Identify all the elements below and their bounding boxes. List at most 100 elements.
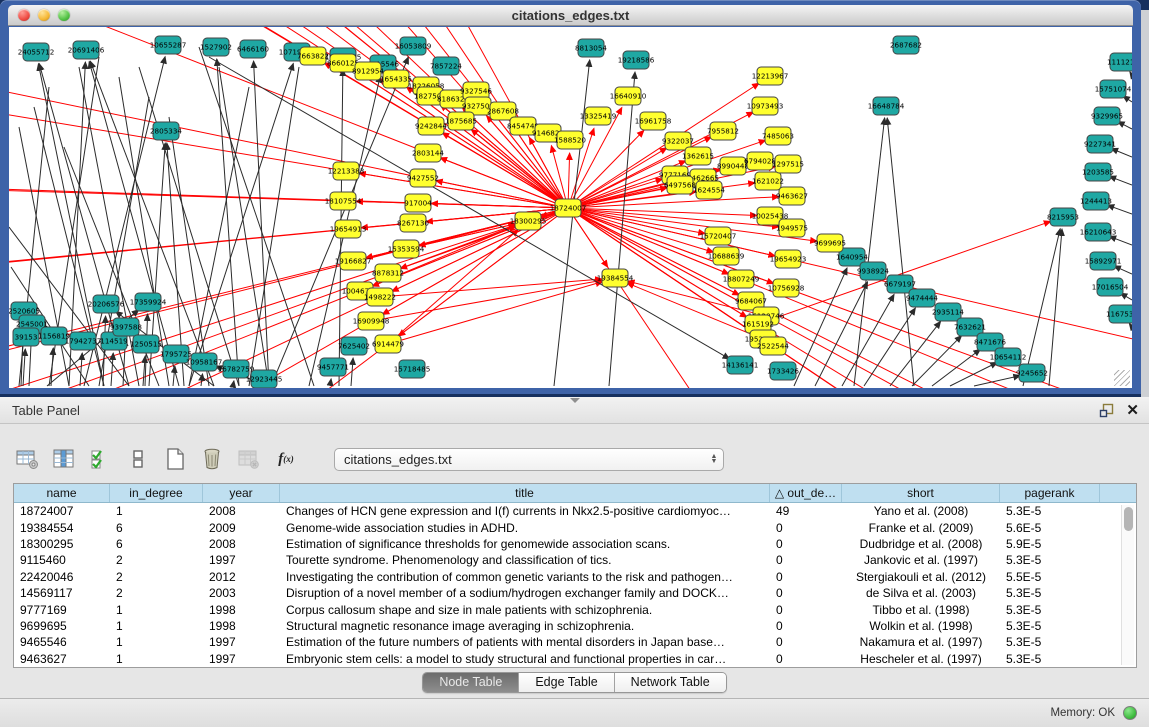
graph-node[interactable]: 6497568 — [664, 176, 696, 194]
graph-node[interactable]: 9938924 — [857, 262, 889, 280]
graph-node[interactable]: 10654112 — [990, 348, 1027, 366]
table-row[interactable]: 977716911998Corpus callosum shape and si… — [14, 601, 1136, 617]
table-row[interactable]: 911546021997Tourette syndrome. Phenomeno… — [14, 552, 1136, 568]
graph-node[interactable]: 24055712 — [18, 43, 55, 61]
column-header-out_degree[interactable]: △ out_de… — [770, 484, 842, 502]
delete-table-icon[interactable] — [199, 446, 225, 472]
memory-status-icon[interactable] — [1123, 706, 1137, 720]
graph-node[interactable]: 15751074 — [1095, 80, 1132, 98]
graph-node[interactable]: 9397588 — [110, 318, 142, 336]
graph-node[interactable]: 9245652 — [1016, 364, 1048, 382]
table-row[interactable]: 969969511998Structural magnetic resonanc… — [14, 618, 1136, 634]
graph-node[interactable]: 16210643 — [1080, 223, 1117, 241]
zoom-window-icon[interactable] — [58, 9, 70, 21]
graph-node[interactable]: 1111214 — [1107, 53, 1132, 71]
graph-node[interactable]: 18300295 — [510, 212, 547, 230]
table-row[interactable]: 946554611997Estimation of the future num… — [14, 634, 1136, 650]
table-select-dropdown[interactable]: citations_edges.txt ▲▼ — [334, 448, 724, 471]
tab-edge-table[interactable]: Edge Table — [519, 673, 614, 692]
graph-node[interactable]: 1624554 — [693, 181, 725, 199]
graph-node[interactable]: 10973493 — [747, 97, 784, 115]
function-builder-icon[interactable]: f(x) — [273, 446, 299, 472]
graph-node[interactable]: 9474444 — [906, 289, 938, 307]
graph-node[interactable]: 9329965 — [1091, 107, 1123, 125]
column-header-short[interactable]: short — [842, 484, 1000, 502]
graph-node[interactable]: 7857224 — [430, 57, 462, 75]
graph-node[interactable]: 8813054 — [575, 39, 607, 57]
graph-node[interactable]: 19654923 — [770, 250, 807, 268]
graph-node[interactable]: 19654913 — [330, 220, 367, 238]
graph-node[interactable]: 12213383 — [328, 162, 365, 180]
table-row[interactable]: 946362711997Embryonic stem cells: a mode… — [14, 651, 1136, 667]
graph-node[interactable]: 17359924 — [130, 293, 167, 311]
graph-node[interactable]: 2805334 — [150, 122, 182, 140]
graph-node[interactable]: 917004 — [404, 194, 432, 212]
graph-node[interactable]: 1949575 — [776, 219, 808, 237]
select-columns-icon[interactable] — [88, 446, 114, 472]
graph-node[interactable]: 9242844 — [415, 117, 447, 135]
close-panel-icon[interactable]: ✕ — [1126, 403, 1139, 418]
graph-node[interactable]: 10756928 — [768, 279, 805, 297]
graph-node[interactable]: 15718485 — [394, 360, 431, 378]
graph-node[interactable]: 14136141 — [722, 356, 759, 374]
graph-node[interactable]: 16961758 — [635, 112, 672, 130]
network-window-titlebar[interactable]: citations_edges.txt — [8, 5, 1133, 26]
graph-node[interactable]: 7955812 — [707, 122, 739, 140]
column-header-in_degree[interactable]: in_degree — [110, 484, 203, 502]
graph-node[interactable]: 12213967 — [752, 67, 789, 85]
graph-node[interactable]: 6914479 — [372, 335, 404, 353]
graph-node[interactable]: 16909948 — [353, 312, 390, 330]
graph-node[interactable]: 19384554 — [597, 269, 634, 287]
graph-node[interactable]: 1588520 — [554, 131, 586, 149]
graph-node[interactable]: 20691406 — [68, 41, 105, 59]
graph-node[interactable]: 7663822 — [297, 47, 329, 65]
column-header-year[interactable]: year — [203, 484, 280, 502]
graph-node[interactable]: 1203585 — [1082, 163, 1114, 181]
graph-node[interactable]: 1297515 — [772, 155, 804, 173]
graph-node[interactable]: 15720407 — [700, 227, 737, 245]
graph-node[interactable]: 18107554 — [325, 192, 362, 210]
graph-node[interactable]: 2803144 — [412, 144, 444, 162]
scrollbar-thumb[interactable] — [1124, 507, 1133, 531]
graph-node[interactable]: 9699695 — [814, 234, 846, 252]
graph-node[interactable]: 19166827 — [335, 252, 372, 270]
graph-node[interactable]: 1527902 — [200, 38, 232, 56]
graph-node[interactable]: 8267130 — [397, 214, 429, 232]
graph-node[interactable]: 15892971 — [1085, 252, 1122, 270]
network-canvas[interactable]: 1872400718300295 19384554 24055712 20691406… — [9, 27, 1132, 388]
graph-node[interactable]: 18807249 — [723, 270, 760, 288]
graph-node[interactable]: 1733426 — [767, 362, 799, 380]
row-height-icon[interactable] — [125, 446, 151, 472]
graph-node[interactable]: 12923445 — [246, 370, 283, 388]
graph-node[interactable]: 9427552 — [407, 169, 439, 187]
graph-node[interactable]: 1244413 — [1080, 192, 1112, 210]
column-visibility-icon[interactable] — [51, 446, 77, 472]
window-resize-grip[interactable] — [1114, 370, 1130, 386]
graph-node[interactable]: 1250515 — [130, 335, 162, 353]
graph-node[interactable]: 39153 — [13, 328, 39, 346]
table-scrollbar[interactable] — [1121, 505, 1134, 665]
graph-node[interactable]: 9463627 — [776, 187, 808, 205]
graph-node[interactable]: 1875685 — [445, 112, 477, 130]
graph-node[interactable]: 7625402 — [338, 337, 370, 355]
graph-node[interactable]: 7485063 — [762, 127, 794, 145]
graph-node[interactable]: 20206576 — [88, 295, 125, 313]
graph-node[interactable]: 8878312 — [372, 264, 404, 282]
graph-node[interactable]: 16053809 — [395, 37, 432, 55]
graph-node[interactable]: 15353594 — [388, 240, 425, 258]
table-row[interactable]: 2242004622012Investigating the contribut… — [14, 569, 1136, 585]
graph-node[interactable]: 9457771 — [317, 358, 349, 376]
graph-node[interactable]: 10655287 — [150, 36, 187, 54]
tab-node-table[interactable]: Node Table — [423, 673, 519, 692]
graph-node[interactable]: 16648784 — [868, 97, 905, 115]
table-row[interactable]: 1830029562008Estimation of significance … — [14, 536, 1136, 552]
graph-node[interactable]: 1621022 — [752, 172, 784, 190]
graph-node[interactable]: 8215953 — [1047, 208, 1079, 226]
graph-node[interactable]: 18724007 — [550, 199, 587, 217]
column-header-pagerank[interactable]: pagerank — [1000, 484, 1100, 502]
table-settings-icon[interactable] — [14, 446, 40, 472]
graph-node[interactable]: 1167534 — [1106, 305, 1132, 323]
graph-node[interactable]: 16640910 — [610, 87, 647, 105]
graph-node[interactable]: 2522544 — [757, 337, 789, 355]
table-row[interactable]: 1872400712008Changes of HCN gene express… — [14, 503, 1136, 519]
